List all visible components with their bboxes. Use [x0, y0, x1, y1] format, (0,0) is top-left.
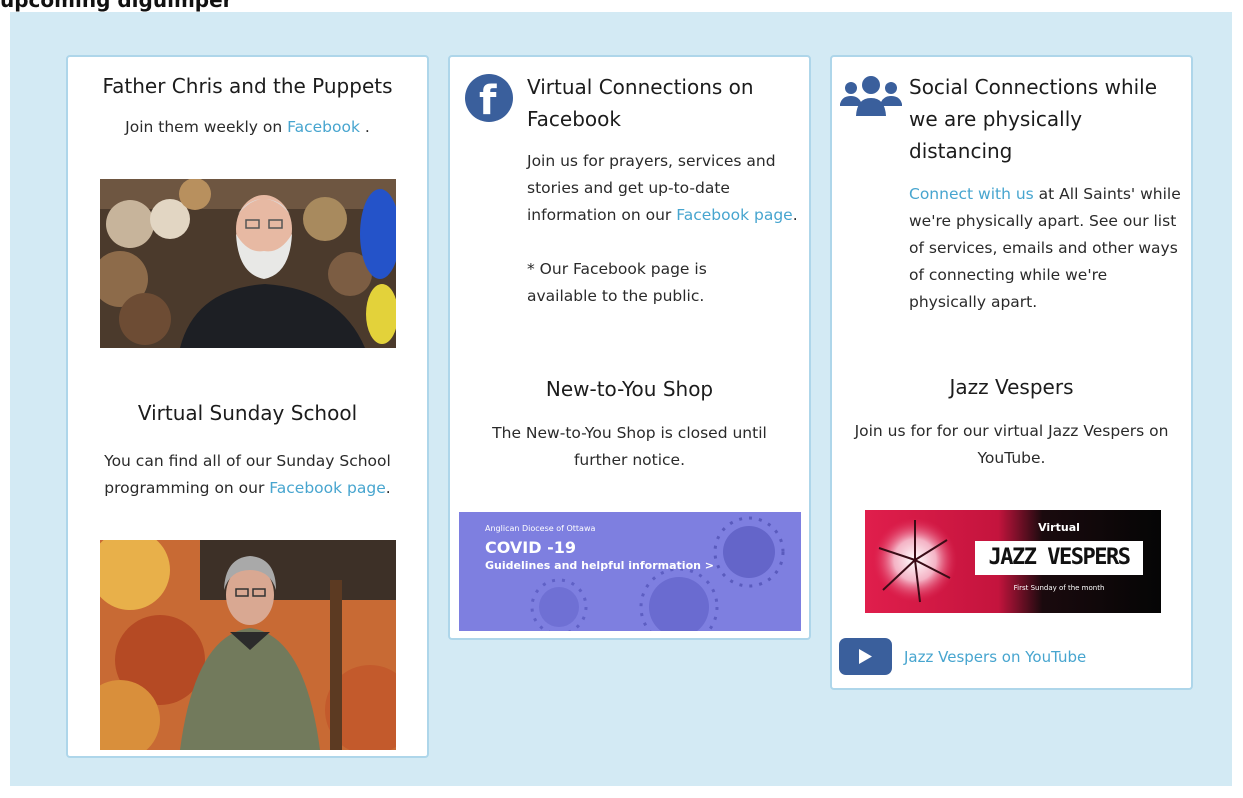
- card-puppets-sunday-school: Father Chris and the Puppets Join them w…: [66, 55, 429, 758]
- section-text: The New-to-You Shop is closed until furt…: [492, 424, 767, 469]
- section-title: Virtual Sunday School: [137, 401, 358, 425]
- connect-with-us-link[interactable]: Connect with us: [909, 185, 1034, 203]
- card-text: Connect with us at All Saints' while we'…: [909, 185, 1181, 311]
- facebook-icon[interactable]: f: [465, 74, 513, 124]
- jazz-vespers-youtube-link[interactable]: Jazz Vespers on YouTube: [904, 648, 1086, 666]
- banner-subline: Guidelines and helpful information >: [485, 559, 715, 572]
- banner-kicker: Virtual: [1038, 521, 1080, 534]
- card-text: Join us for prayers, services and storie…: [527, 152, 798, 224]
- card-title: Father Chris and the Puppets: [102, 74, 393, 98]
- people-group-icon: [839, 76, 903, 120]
- card-text: Join them weekly on Facebook .: [125, 118, 370, 136]
- top-cropped-heading: upcoming diguimper: [0, 0, 233, 12]
- banner-org: Anglican Diocese of Ottawa: [485, 524, 596, 533]
- puppets-photo: [100, 179, 396, 348]
- banner-headline: COVID -19: [485, 538, 577, 557]
- youtube-play-icon[interactable]: [839, 638, 892, 675]
- card-virtual-connections: f Virtual Connections on Facebook Join u…: [448, 55, 811, 640]
- card-title: Social Connections while we are physical…: [909, 75, 1158, 163]
- card-title: Virtual Connections on Facebook: [527, 75, 754, 131]
- banner-subline: First Sunday of the month: [1013, 584, 1105, 592]
- youtube-link-container: Jazz Vespers on YouTube: [904, 644, 1164, 671]
- facebook-page-link[interactable]: Facebook page: [269, 479, 385, 497]
- card-note: * Our Facebook page is available to the …: [527, 260, 707, 305]
- section-text: Join us for for our virtual Jazz Vespers…: [854, 422, 1169, 467]
- banner-headline: JAZZ VESPERS: [988, 545, 1131, 570]
- facebook-link[interactable]: Facebook: [287, 118, 360, 136]
- section-title: Jazz Vespers: [949, 375, 1074, 399]
- sunday-school-photo: [100, 540, 396, 750]
- card-social-connections: Social Connections while we are physical…: [830, 55, 1193, 690]
- section-text: You can find all of our Sunday School pr…: [104, 452, 391, 497]
- jazz-vespers-banner[interactable]: Virtual JAZZ VESPERS First Sunday of the…: [865, 510, 1161, 613]
- covid-guidelines-banner[interactable]: Anglican Diocese of Ottawa COVID -19 Gui…: [459, 512, 801, 631]
- facebook-page-link[interactable]: Facebook page: [676, 206, 792, 224]
- section-title: New-to-You Shop: [545, 377, 714, 401]
